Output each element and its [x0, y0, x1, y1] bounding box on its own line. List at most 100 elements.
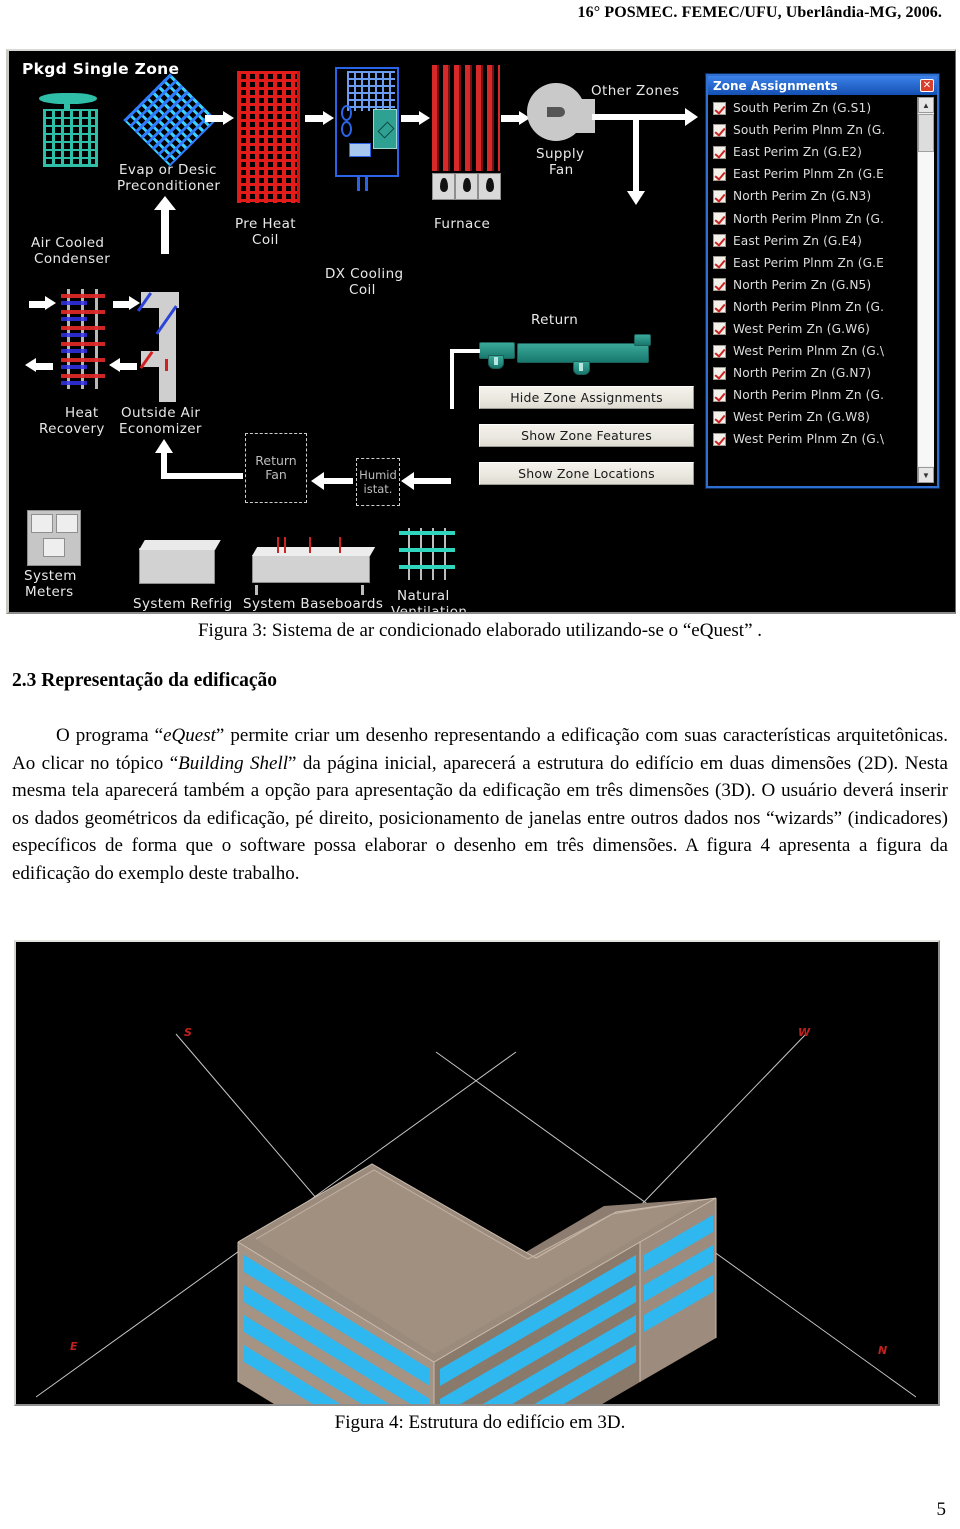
list-item[interactable]: East Perim Zn (G.E2): [711, 141, 934, 163]
natural-ventilation-label-line1: Natural: [397, 588, 450, 604]
checkbox-checked-icon[interactable]: [713, 278, 726, 292]
checkbox-checked-icon[interactable]: [713, 101, 726, 115]
hide-zone-assignments-button[interactable]: Hide Zone Assignments: [479, 386, 694, 409]
furnace-label: Furnace: [434, 216, 491, 232]
checkbox-checked-icon[interactable]: [713, 300, 726, 314]
figure4-building-3d: S W E N: [14, 940, 940, 1406]
pre-heat-coil-label-line1: Pre Heat: [235, 216, 296, 232]
axis-label-n: N: [878, 1344, 887, 1357]
dx-cooling-coil-label-line2: Coil: [349, 282, 376, 298]
section-heading: 2.3 Representação da edificação: [12, 670, 278, 691]
scroll-down-icon[interactable]: ▼: [918, 467, 934, 483]
list-item[interactable]: South Perim Plnm Zn (G.: [711, 119, 934, 141]
list-item[interactable]: West Perim Plnm Zn (G.\: [711, 428, 934, 450]
checkbox-checked-icon[interactable]: [713, 344, 726, 358]
list-item[interactable]: West Perim Zn (G.W8): [711, 406, 934, 428]
zone-item-label: West Perim Plnm Zn (G.\: [733, 344, 885, 359]
supply-fan-label-line1: Supply: [536, 146, 585, 162]
zone-item-label: South Perim Zn (G.S1): [733, 101, 872, 116]
list-item[interactable]: North Perim Zn (G.N3): [711, 185, 934, 207]
zone-item-label: North Perim Zn (G.N3): [733, 189, 872, 204]
section-paragraph: O programa “eQuest” permite criar um des…: [12, 725, 948, 884]
outside-air-economizer-label-line1: Outside Air: [121, 405, 201, 421]
diagram-title: Pkgd Single Zone: [22, 60, 180, 78]
zone-assignments-titlebar: Zone Assignments ✕: [708, 76, 937, 95]
checkbox-checked-icon[interactable]: [713, 366, 726, 380]
list-item[interactable]: West Perim Plnm Zn (G.\: [711, 340, 934, 362]
building-3d-render: S W E N: [16, 942, 938, 1404]
supply-fan-label-line2: Fan: [549, 162, 574, 178]
zone-item-label: North Perim Zn (G.N7): [733, 366, 872, 381]
axis-label-s: S: [184, 1026, 192, 1039]
return-fan-label-line1: Return: [255, 453, 297, 468]
return-fan-box: Return Fan: [245, 433, 307, 503]
checkbox-checked-icon[interactable]: [713, 388, 726, 402]
list-item[interactable]: North Perim Plnm Zn (G.: [711, 384, 934, 406]
running-head: 16° POSMEC. FEMEC/UFU, Uberlândia-MG, 20…: [577, 4, 942, 21]
list-item[interactable]: North Perim Plnm Zn (G.: [711, 296, 934, 318]
checkbox-checked-icon[interactable]: [713, 145, 726, 159]
zone-item-label: North Perim Plnm Zn (G.: [733, 299, 885, 314]
arrow-precondition-to-preheat: [205, 111, 235, 125]
system-meters-label-line2: Meters: [25, 584, 74, 600]
scroll-up-icon[interactable]: ▲: [918, 97, 934, 113]
zone-item-label: East Perim Plnm Zn (G.E: [733, 167, 884, 182]
system-refrig-label: System Refrig: [133, 596, 233, 612]
list-item[interactable]: North Perim Zn (G.N7): [711, 362, 934, 384]
show-zone-features-button[interactable]: Show Zone Features: [479, 424, 694, 447]
checkbox-checked-icon[interactable]: [713, 212, 726, 226]
scrollbar-track[interactable]: [918, 152, 934, 466]
close-icon[interactable]: ✕: [920, 79, 934, 92]
evap-preconditioner-label-line2: Preconditioner: [117, 178, 221, 194]
checkbox-checked-icon[interactable]: [713, 167, 726, 181]
zone-item-label: South Perim Plnm Zn (G.: [733, 123, 886, 138]
humidistat-label-line2: istat.: [363, 482, 393, 496]
list-item[interactable]: East Perim Zn (G.E4): [711, 230, 934, 252]
axis-label-w: W: [798, 1026, 811, 1039]
pre-heat-coil-label-line2: Coil: [252, 232, 279, 248]
list-item[interactable]: East Perim Plnm Zn (G.E: [711, 163, 934, 185]
zone-item-label: West Perim Zn (G.W6): [733, 321, 870, 336]
evap-desic-preconditioner-icon: [123, 73, 217, 167]
heat-recovery-label-line2: Recovery: [39, 421, 105, 437]
figure4-caption: Figura 4: Estrutura do edifício em 3D.: [0, 1412, 960, 1434]
page-number: 5: [936, 1499, 947, 1520]
equest-diagram-canvas: Pkgd Single Zone Air Cooled Condenser Ev…: [9, 51, 955, 612]
zone-item-label: East Perim Zn (G.E2): [733, 145, 862, 160]
zone-item-label: East Perim Plnm Zn (G.E: [733, 255, 884, 270]
arrow-preheat-to-dx: [305, 111, 335, 125]
checkbox-checked-icon[interactable]: [713, 123, 726, 137]
show-zone-locations-button[interactable]: Show Zone Locations: [479, 462, 694, 485]
zone-assignments-list[interactable]: South Perim Zn (G.S1) South Perim Plnm Z…: [711, 97, 934, 483]
zone-item-label: North Perim Plnm Zn (G.: [733, 388, 885, 403]
figure3-caption: Figura 3: Sistema de ar condicionado ela…: [0, 620, 960, 642]
list-item[interactable]: North Perim Plnm Zn (G.: [711, 207, 934, 229]
air-cooled-condenser-label-line2: Condenser: [34, 251, 111, 267]
return-label: Return: [531, 312, 579, 328]
heat-recovery-label-line1: Heat: [65, 405, 99, 421]
list-item[interactable]: West Perim Zn (G.W6): [711, 318, 934, 340]
zone-list-scrollbar[interactable]: ▲ ▼: [917, 97, 934, 483]
checkbox-checked-icon[interactable]: [713, 410, 726, 424]
checkbox-checked-icon[interactable]: [713, 432, 726, 446]
list-item[interactable]: South Perim Zn (G.S1): [711, 97, 934, 119]
axis-label-e: E: [70, 1340, 78, 1353]
scrollbar-thumb[interactable]: [918, 114, 934, 152]
evap-preconditioner-label-line1: Evap or Desic: [119, 162, 217, 178]
list-item[interactable]: North Perim Zn (G.N5): [711, 274, 934, 296]
dx-cooling-coil-label-line1: DX Cooling: [325, 266, 404, 282]
checkbox-checked-icon[interactable]: [713, 256, 726, 270]
zone-assignments-window: Zone Assignments ✕ South Perim Zn (G.S1)…: [706, 74, 939, 488]
list-item[interactable]: East Perim Plnm Zn (G.E: [711, 252, 934, 274]
checkbox-checked-icon[interactable]: [713, 234, 726, 248]
zone-item-label: West Perim Plnm Zn (G.\: [733, 432, 885, 447]
natural-ventilation-label-line2: Ventilation: [391, 604, 468, 614]
zone-item-label: North Perim Zn (G.N5): [733, 277, 872, 292]
other-zones-label: Other Zones: [591, 83, 680, 99]
return-fan-label-line2: Fan: [265, 467, 287, 482]
system-meters-label-line1: System: [24, 568, 77, 584]
pre-heat-coil-icon: [237, 71, 300, 203]
checkbox-checked-icon[interactable]: [713, 189, 726, 203]
figure3-equest-screenshot: Pkgd Single Zone Air Cooled Condenser Ev…: [6, 49, 956, 614]
checkbox-checked-icon[interactable]: [713, 322, 726, 336]
